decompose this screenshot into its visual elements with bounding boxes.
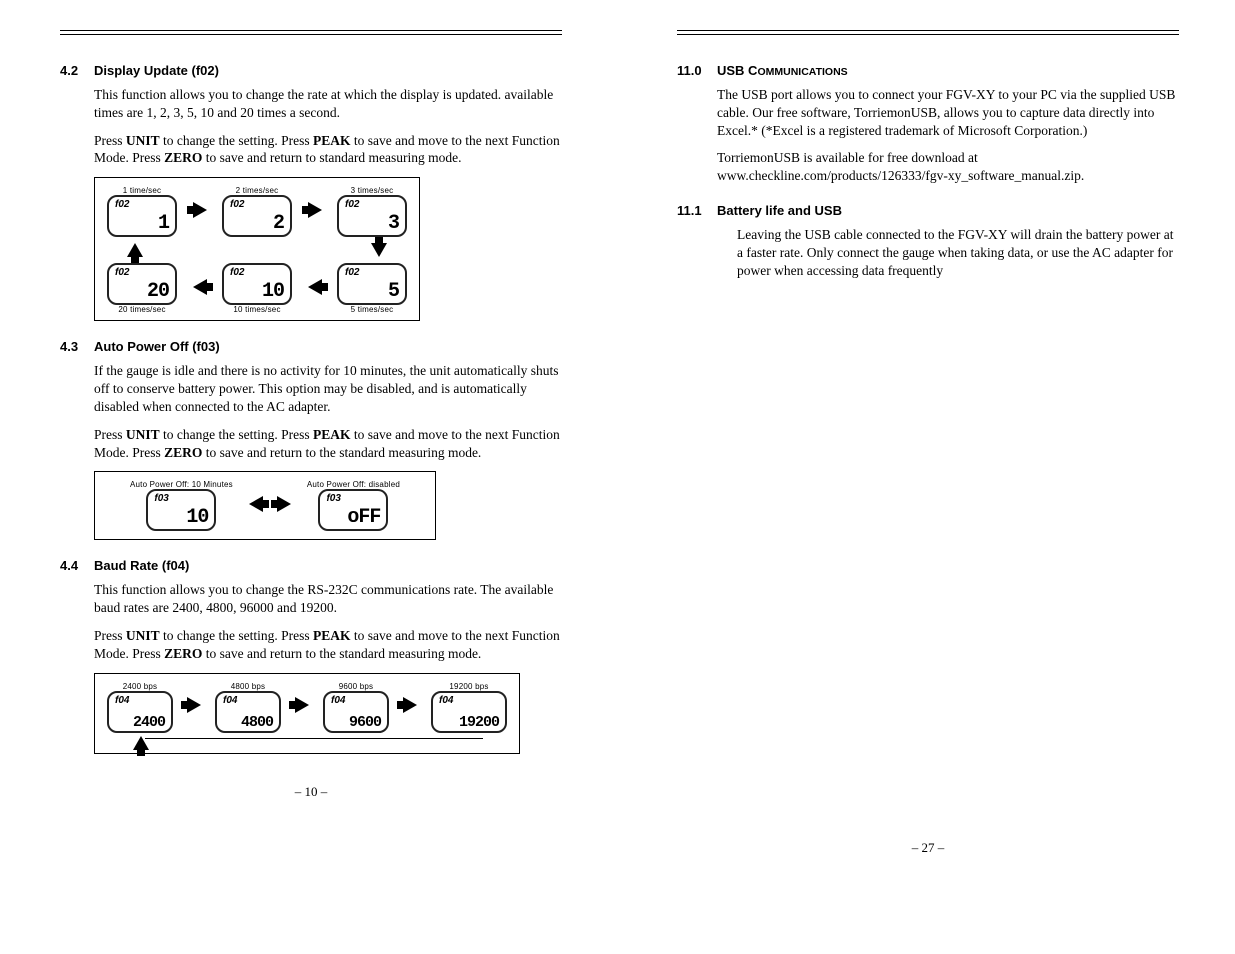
heading-title: Battery life and USB (717, 203, 842, 218)
lcd-cell: 4800 bps f044800 (215, 682, 281, 733)
arrow-left-icon (249, 496, 263, 512)
arrow-right-icon (187, 697, 201, 713)
paragraph: Press UNIT to change the setting. Press … (94, 426, 562, 462)
section-4-4-body: This function allows you to change the R… (94, 581, 562, 662)
arrow-right-icon (308, 202, 322, 218)
arrow-left-icon (193, 279, 207, 295)
heading-number: 4.2 (60, 63, 94, 78)
heading-number: 4.4 (60, 558, 94, 573)
diagram-f02: 1 time/sec f021 2 times/sec f022 3 times… (94, 177, 420, 321)
paragraph: TorriemonUSB is available for free downl… (717, 149, 1179, 185)
lcd-cell: f0220 20 times/sec (107, 263, 177, 314)
page-number: – 27 – (677, 840, 1179, 856)
section-11-1-body: Leaving the USB cable connected to the F… (737, 226, 1179, 279)
page-number: – 10 – (60, 784, 562, 800)
page-rule (60, 30, 562, 35)
lcd-cell: 9600 bps f049600 (323, 682, 389, 733)
paragraph: Press UNIT to change the setting. Press … (94, 627, 562, 663)
section-4-2-body: This function allows you to change the r… (94, 86, 562, 167)
heading-number: 11.0 (677, 63, 717, 78)
lcd-cell: f025 5 times/sec (337, 263, 407, 314)
arrow-up-icon (127, 243, 143, 257)
arrow-left-icon (308, 279, 322, 295)
heading-4-2: 4.2 Display Update (f02) (60, 63, 562, 78)
heading-title: Baud Rate (f04) (94, 558, 189, 573)
section-11-0-body: The USB port allows you to connect your … (717, 86, 1179, 185)
paragraph: If the gauge is idle and there is no act… (94, 362, 562, 415)
heading-number: 4.3 (60, 339, 94, 354)
page-right: 11.0 USB COMMUNICATIONS The USB port all… (617, 0, 1234, 876)
page-left: 4.2 Display Update (f02) This function a… (0, 0, 617, 876)
heading-4-3: 4.3 Auto Power Off (f03) (60, 339, 562, 354)
lcd-cell: Auto Power Off: disabled f03oFF (307, 480, 400, 531)
lcd-cell: 3 times/sec f023 (337, 186, 407, 237)
paragraph: This function allows you to change the r… (94, 86, 562, 122)
heading-title: USB COMMUNICATIONS (717, 63, 848, 78)
heading-11-1: 11.1 Battery life and USB (677, 203, 1179, 218)
arrow-down-icon (371, 243, 387, 257)
diagram-f03: Auto Power Off: 10 Minutes f0310 Auto Po… (94, 471, 436, 540)
heading-title: Auto Power Off (f03) (94, 339, 220, 354)
arrow-right-icon (193, 202, 207, 218)
paragraph: This function allows you to change the R… (94, 581, 562, 617)
arrow-right-icon (403, 697, 417, 713)
diagram-f04: 2400 bps f042400 4800 bps f044800 9600 b… (94, 673, 520, 754)
lcd-cell: f0210 10 times/sec (222, 263, 292, 314)
lcd-cell: 19200 bps f0419200 (431, 682, 507, 733)
heading-title: Display Update (f02) (94, 63, 219, 78)
paragraph: The USB port allows you to connect your … (717, 86, 1179, 139)
arrow-right-icon (277, 496, 291, 512)
heading-11-0: 11.0 USB COMMUNICATIONS (677, 63, 1179, 78)
heading-number: 11.1 (677, 203, 717, 218)
paragraph: Leaving the USB cable connected to the F… (737, 226, 1179, 279)
arrow-right-icon (295, 697, 309, 713)
lcd-cell: 2400 bps f042400 (107, 682, 173, 733)
paragraph: Press UNIT to change the setting. Press … (94, 132, 562, 168)
section-4-3-body: If the gauge is idle and there is no act… (94, 362, 562, 461)
lcd-cell: 2 times/sec f022 (222, 186, 292, 237)
connector-line (145, 737, 483, 739)
lcd-cell: 1 time/sec f021 (107, 186, 177, 237)
page-rule (677, 30, 1179, 35)
lcd-cell: Auto Power Off: 10 Minutes f0310 (130, 480, 233, 531)
heading-4-4: 4.4 Baud Rate (f04) (60, 558, 562, 573)
